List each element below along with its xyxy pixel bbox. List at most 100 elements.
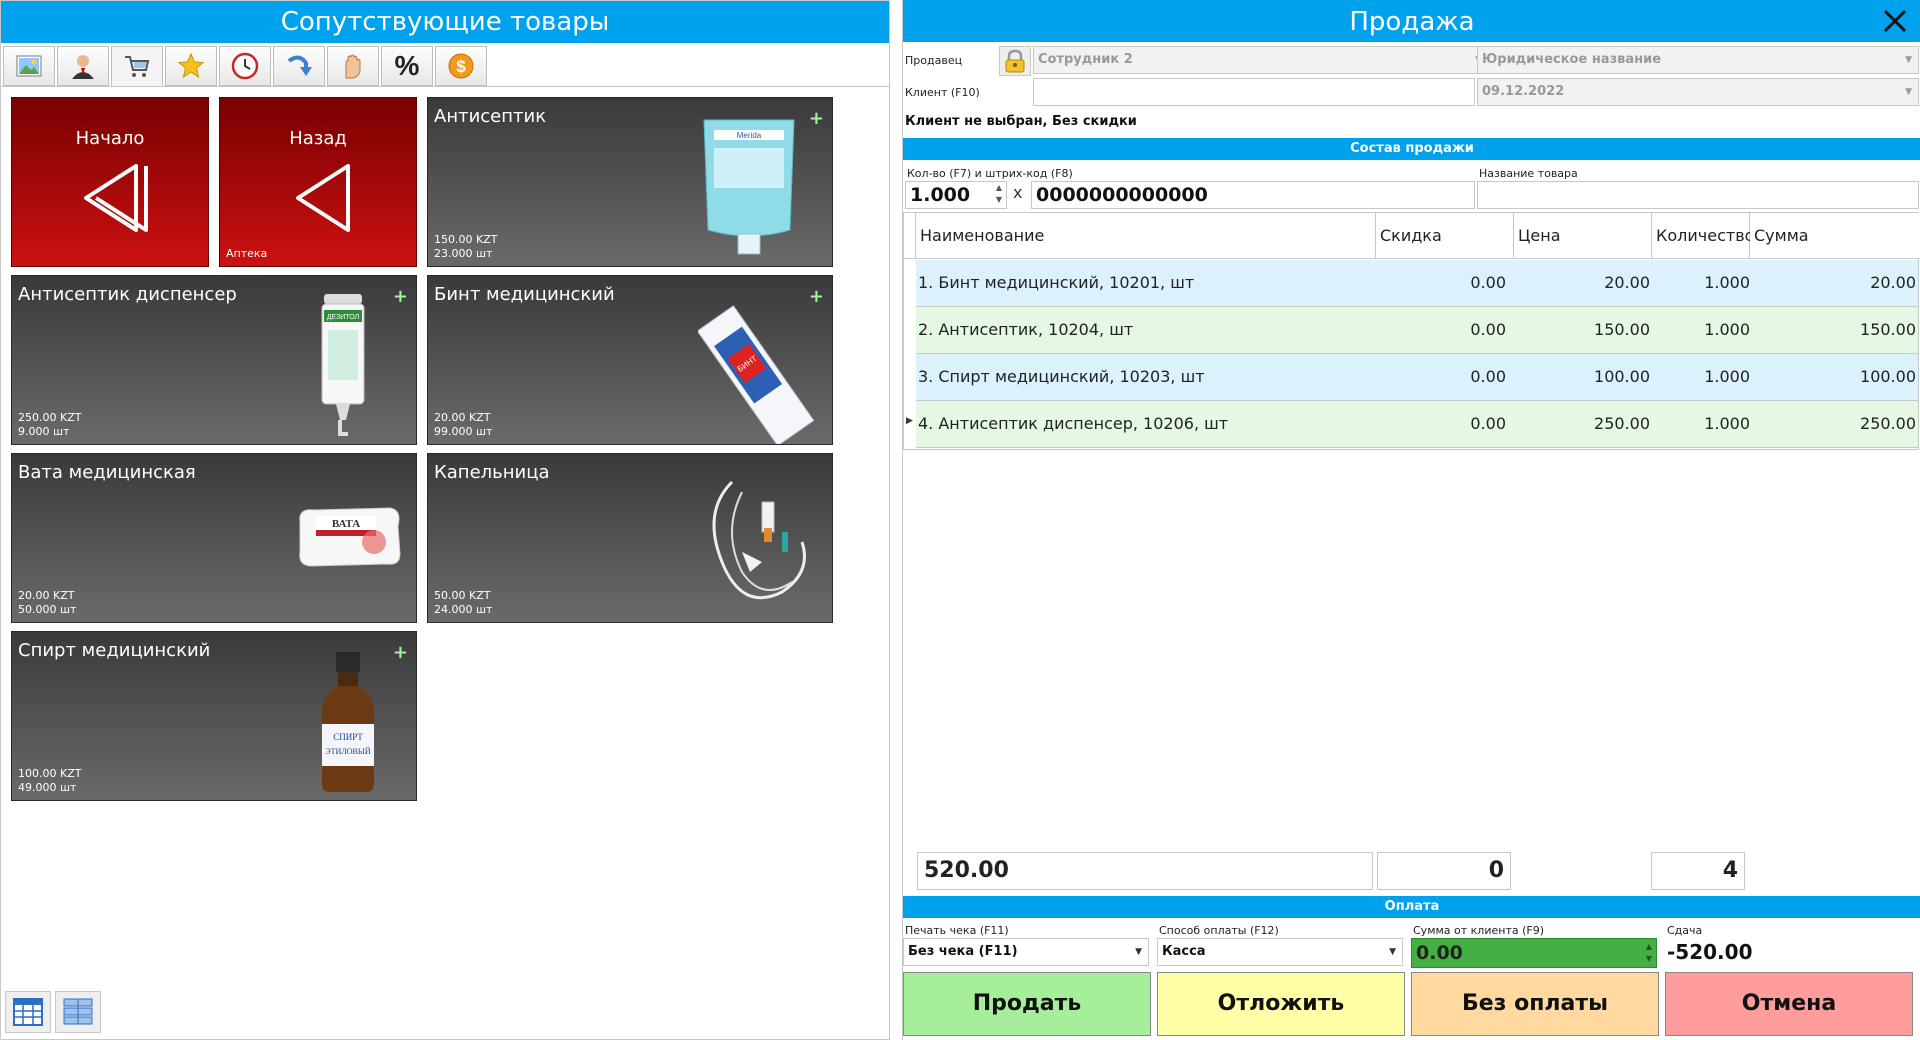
table-row[interactable]: 2. Антисептик, 10204, шт 0.00 150.00 1.0… (916, 307, 1918, 354)
arrow-return-icon[interactable] (273, 46, 325, 86)
paymethod-select[interactable]: Касса ▼ (1157, 938, 1403, 966)
cotton-pack-icon: ВАТА (299, 507, 401, 567)
client-status: Клиент не выбран, Без скидки (905, 114, 1137, 129)
lock-icon[interactable] (999, 46, 1031, 76)
product-tile[interactable]: Вата медицинская ВАТА 20.00 KZT 50.000 ш… (11, 453, 417, 623)
sell-button[interactable]: Продать (903, 972, 1151, 1036)
row-discount: 0.00 (1470, 367, 1506, 386)
row-discount: 0.00 (1470, 320, 1506, 339)
antiseptic-bag-icon: Merida (703, 119, 795, 255)
date-select[interactable]: 09.12.2022 ▼ (1477, 78, 1919, 106)
product-tile[interactable]: Спирт медицинский + СПИРТ ЭТИЛОВЫЙ 100.0… (11, 631, 417, 801)
qty-barcode-label: Кол-во (F7) и штрих-код (F8) (907, 167, 1073, 180)
dollar-coin-icon[interactable]: $ (435, 46, 487, 86)
back-tile[interactable]: Назад Аптека (219, 97, 417, 267)
svg-text:ЭТИЛОВЫЙ: ЭТИЛОВЫЙ (325, 747, 370, 756)
product-price: 20.00 KZT (434, 411, 491, 424)
product-name-label: Название товара (1479, 167, 1578, 180)
hand-icon[interactable] (327, 46, 379, 86)
svg-text:$: $ (456, 57, 466, 76)
product-stock: 49.000 шт (18, 781, 77, 794)
table-row[interactable]: 4. Антисептик диспенсер, 10206, шт 0.00 … (916, 401, 1918, 448)
cancel-button[interactable]: Отмена (1665, 972, 1913, 1036)
chevron-down-icon: ▼ (1905, 55, 1912, 65)
user-icon[interactable] (57, 46, 109, 86)
cart-icon[interactable] (111, 46, 163, 86)
row-discount: 0.00 (1470, 414, 1506, 433)
row-qty: 1.000 (1704, 414, 1750, 433)
product-tile[interactable]: Бинт медицинский + БИНТ 20.00 KZT 99.000… (427, 275, 833, 445)
product-name: Вата медицинская (18, 462, 196, 483)
picture-icon[interactable] (3, 46, 55, 86)
home-tile[interactable]: Начало (11, 97, 209, 267)
category-toolbar: % $ (1, 43, 889, 87)
row-sum: 250.00 (1860, 414, 1916, 433)
chevron-down-icon: ▼ (1135, 947, 1142, 957)
close-icon[interactable] (1880, 6, 1910, 36)
col-header-price[interactable]: Цена (1514, 213, 1652, 259)
product-name: Антисептик диспенсер (18, 284, 237, 305)
paymethod-value: Касса (1162, 944, 1206, 959)
product-stock: 9.000 шт (18, 425, 70, 438)
star-icon[interactable] (165, 46, 217, 86)
row-name: 4. Антисептик диспенсер, 10206, шт (918, 414, 1229, 433)
col-header-qty[interactable]: Количество (1652, 213, 1754, 259)
qty-input[interactable]: 1.000 ▲ ▼ (905, 181, 1007, 209)
postpone-button[interactable]: Отложить (1157, 972, 1405, 1036)
product-tile[interactable]: Антисептик диспенсер + ДЕЗИТОЛ 250.00 KZ… (11, 275, 417, 445)
row-price: 250.00 (1594, 414, 1650, 433)
table-row[interactable]: 3. Спирт медицинский, 10203, шт 0.00 100… (916, 354, 1918, 401)
spin-icon[interactable]: ▲ ▼ (1646, 941, 1652, 965)
times-sign: x (1013, 183, 1023, 202)
svg-text:СПИРТ: СПИРТ (333, 732, 363, 742)
add-icon[interactable]: + (809, 108, 824, 129)
product-tile[interactable]: Капельница 50.00 KZT 24.000 шт (427, 453, 833, 623)
client-field[interactable] (1033, 78, 1475, 106)
product-price: 150.00 KZT (434, 233, 498, 246)
panel-title: Сопутствующие товары (1, 1, 889, 43)
table-row[interactable]: 1. Бинт медицинский, 10201, шт 0.00 20.0… (916, 260, 1918, 307)
legal-name-value: Юридическое название (1482, 52, 1662, 67)
product-name-input[interactable] (1477, 181, 1919, 209)
double-arrow-left-icon (84, 164, 148, 232)
col-header-name[interactable]: Наименование (916, 213, 1376, 259)
arrow-left-icon (296, 164, 350, 232)
legal-name-select[interactable]: Юридическое название ▼ (1477, 46, 1919, 74)
row-sum: 20.00 (1870, 273, 1916, 292)
paymethod-label: Способ оплаты (F12) (1159, 924, 1279, 937)
tile-view-icon[interactable] (55, 991, 101, 1033)
row-qty: 1.000 (1704, 273, 1750, 292)
client-sum-input[interactable]: 0.00 ▲ ▼ (1411, 938, 1657, 968)
row-price: 150.00 (1594, 320, 1650, 339)
client-label: Клиент (F10) (905, 86, 980, 99)
seller-select[interactable]: Сотрудник 2▼ (1033, 46, 1489, 74)
product-stock: 50.000 шт (18, 603, 77, 616)
clock-icon[interactable] (219, 46, 271, 86)
product-tile[interactable]: Антисептик + Merida 150.00 KZT 23.000 шт (427, 97, 833, 267)
table-view-icon[interactable] (5, 991, 51, 1033)
svg-text:ДЕЗИТОЛ: ДЕЗИТОЛ (327, 314, 360, 321)
add-icon[interactable]: + (393, 286, 408, 307)
no-payment-button[interactable]: Без оплаты (1411, 972, 1659, 1036)
product-price: 20.00 KZT (18, 589, 75, 602)
spin-icon[interactable]: ▲ ▼ (996, 182, 1002, 206)
row-qty: 1.000 (1704, 367, 1750, 386)
bandage-pack-icon: БИНТ (698, 305, 815, 444)
percent-icon[interactable]: % (381, 46, 433, 86)
col-header-sum[interactable]: Сумма (1750, 213, 1920, 259)
sale-table: Наименование Скидка Цена Количество Сумм… (903, 212, 1920, 450)
chevron-down-icon: ▼ (1905, 87, 1912, 97)
col-header-discount[interactable]: Скидка (1376, 213, 1514, 259)
dispenser-bottle-icon: ДЕЗИТОЛ (321, 294, 365, 436)
row-discount: 0.00 (1470, 273, 1506, 292)
tile-label: Начало (75, 128, 145, 149)
seller-value: Сотрудник 2 (1038, 52, 1133, 67)
sale-section-header: Состав продажи (903, 138, 1920, 160)
row-name: 3. Спирт медицинский, 10203, шт (918, 367, 1205, 386)
date-value: 09.12.2022 (1482, 84, 1565, 99)
client-sum-value: 0.00 (1416, 942, 1463, 964)
add-icon[interactable]: + (393, 642, 408, 663)
barcode-input[interactable]: 0000000000000 (1031, 181, 1475, 209)
receipt-select[interactable]: Без чека (F11) ▼ (903, 938, 1149, 966)
row-price: 20.00 (1604, 273, 1650, 292)
